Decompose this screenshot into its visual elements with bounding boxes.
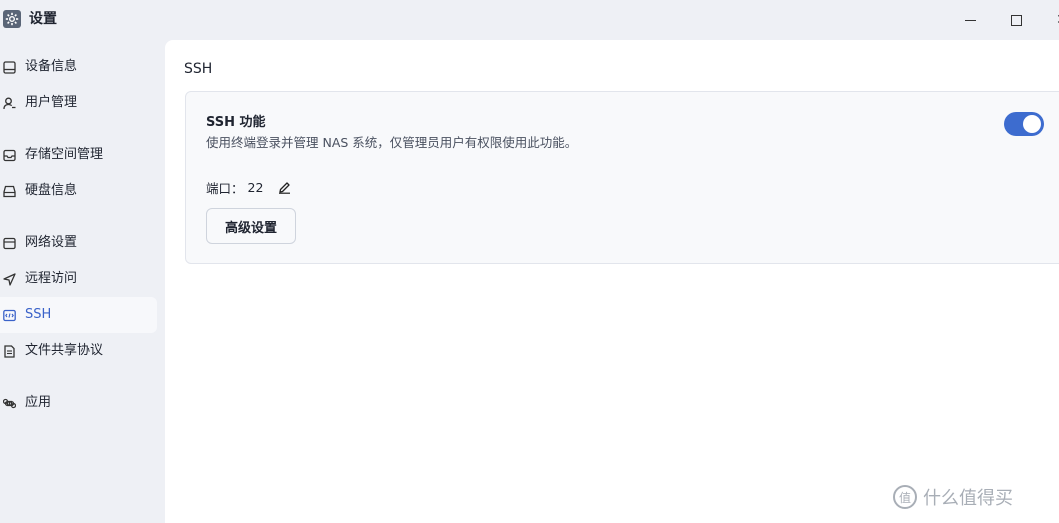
port-row: 端口： 22: [206, 178, 291, 196]
minimize-button[interactable]: [958, 8, 982, 32]
sidebar-item-ssh[interactable]: SSH: [0, 297, 157, 333]
ssh-settings-card: SSH 功能 使用终端登录并管理 NAS 系统，仅管理员用户有权限使用此功能。 …: [185, 91, 1059, 264]
sidebar-item-label: 硬盘信息: [25, 183, 78, 198]
sidebar-item-label: 远程访问: [25, 271, 78, 286]
edit-port-icon[interactable]: [277, 180, 291, 194]
sidebar-item-label: 文件共享协议: [25, 343, 104, 358]
watermark-logo: 值: [893, 485, 917, 509]
sidebar-item-label: 设备信息: [25, 59, 78, 74]
sidebar-item-file-sharing[interactable]: 文件共享协议: [0, 333, 157, 369]
sidebar-item-storage[interactable]: 存储空间管理: [0, 137, 157, 173]
minimize-icon: [964, 19, 976, 21]
sidebar-item-label: 用户管理: [25, 95, 78, 110]
main-panel: SSH SSH 功能 使用终端登录并管理 NAS 系统，仅管理员用户有权限使用此…: [165, 40, 1059, 523]
page-title: SSH: [184, 61, 213, 77]
advanced-settings-button[interactable]: 高级设置: [206, 208, 296, 244]
network-icon: [2, 236, 16, 250]
sidebar-item-label: 存储空间管理: [25, 147, 104, 162]
send-icon: [2, 272, 16, 286]
toggle-knob: [1023, 115, 1041, 133]
code-icon: [2, 308, 16, 322]
document-icon: [2, 344, 16, 358]
close-button[interactable]: ✕: [1050, 8, 1059, 32]
sidebar-item-device-info[interactable]: 设备信息: [0, 49, 157, 85]
port-value: 22: [247, 179, 264, 195]
title-bar: 设置 ✕: [0, 0, 1059, 40]
sidebar-item-hard-disk[interactable]: 硬盘信息: [0, 173, 157, 209]
sidebar-item-label: SSH: [25, 307, 52, 322]
hard-disk-icon: [2, 184, 16, 198]
ssh-feature-description: 使用终端登录并管理 NAS 系统，仅管理员用户有权限使用此功能。: [206, 135, 578, 150]
command-icon: [2, 396, 16, 410]
ssh-toggle[interactable]: [1004, 112, 1044, 136]
sidebar-item-remote-access[interactable]: 远程访问: [0, 261, 157, 297]
sidebar-item-apps[interactable]: 应用: [0, 385, 157, 421]
gear-icon: [3, 10, 21, 28]
sidebar-item-label: 网络设置: [25, 235, 78, 250]
sidebar-item-network[interactable]: 网络设置: [0, 225, 157, 261]
port-label: 端口：: [206, 180, 244, 196]
device-info-icon: [2, 60, 16, 74]
ssh-feature-title: SSH 功能: [206, 115, 266, 130]
watermark-text: 什么值得买: [923, 488, 1013, 509]
maximize-icon: [1010, 14, 1022, 26]
sidebar: 设备信息 用户管理 存储空间管理 硬盘信息 网络设置 远程访问 SSH 文件共享…: [0, 40, 165, 523]
sidebar-item-label: 应用: [25, 395, 52, 410]
watermark: 值 什么值得买: [893, 484, 1013, 510]
maximize-button[interactable]: [1004, 8, 1028, 32]
window-title: 设置: [29, 11, 57, 27]
storage-icon: [2, 148, 16, 162]
user-icon: [2, 96, 16, 110]
sidebar-item-user-management[interactable]: 用户管理: [0, 85, 157, 121]
